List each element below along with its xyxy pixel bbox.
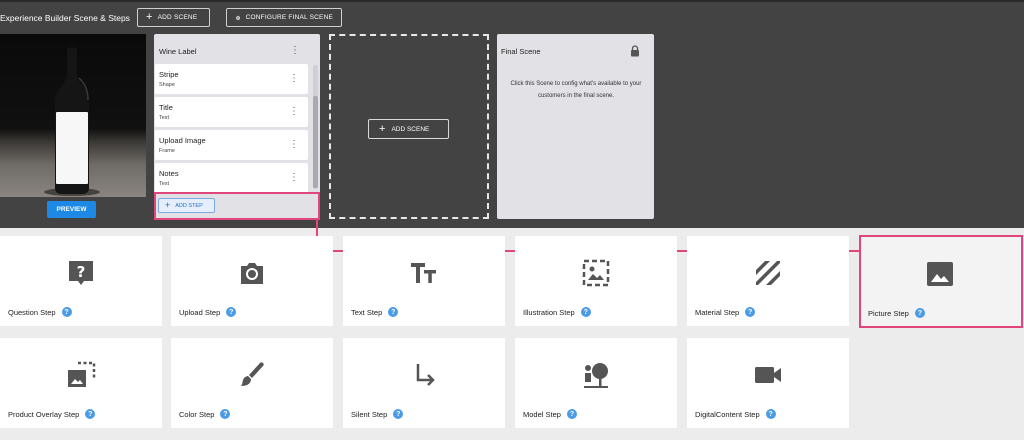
step-type-product-overlay[interactable]: Product Overlay Step?	[0, 338, 162, 428]
video-camera-icon	[755, 367, 781, 383]
model-icon	[584, 363, 608, 388]
step-name: Title	[159, 103, 173, 112]
step-list-scroll-thumb[interactable]	[313, 96, 318, 188]
plus-icon: +	[379, 122, 386, 135]
step-type-model[interactable]: Model Step?	[515, 338, 677, 428]
material-stripes-icon	[756, 261, 780, 285]
add-scene-slot-label: ADD SCENE	[391, 125, 430, 133]
step-type-illustration[interactable]: Illustration Step?	[515, 236, 677, 326]
step-menu-icon[interactable]: ⋮	[289, 172, 299, 183]
help-icon[interactable]: ?	[745, 307, 756, 317]
add-scene-label: ADD SCENE	[157, 14, 198, 21]
help-icon[interactable]: ?	[393, 409, 404, 419]
step-type-silent[interactable]: Silent Step?	[343, 338, 505, 428]
step-type-digital-content[interactable]: DigitalContent Step?	[687, 338, 849, 428]
scene-menu-icon[interactable]: ⋮	[290, 46, 300, 56]
step-item-upload-image[interactable]: Upload Image Frame ⋮	[155, 130, 308, 160]
step-type-label: Silent Step	[351, 409, 388, 419]
step-menu-icon[interactable]: ⋮	[289, 73, 299, 84]
product-overlay-icon	[68, 361, 96, 387]
step-type-label: Material Step	[695, 307, 740, 317]
step-type: Shape	[159, 82, 175, 88]
step-type-upload[interactable]: Upload Step?	[171, 236, 333, 326]
step-type: Text	[159, 115, 170, 121]
help-icon[interactable]: ?	[580, 307, 591, 317]
scene-card-title: Wine Label	[159, 47, 197, 56]
plus-icon: +	[146, 11, 153, 23]
step-type-question[interactable]: ? Question Step?	[0, 236, 162, 326]
help-icon[interactable]: ?	[61, 307, 72, 317]
step-type-label: Upload Step	[179, 307, 221, 317]
configure-final-scene-button[interactable]: CONFIGURE FINAL SCENE	[226, 8, 342, 27]
gear-icon	[236, 15, 241, 20]
highlight-picture-step	[859, 235, 1023, 328]
step-name: Notes	[159, 169, 179, 178]
step-type-material[interactable]: Material Step?	[687, 236, 849, 326]
step-type-label: Product Overlay Step	[8, 409, 80, 419]
brush-icon	[241, 362, 264, 386]
step-name: Upload Image	[159, 136, 206, 145]
text-icon	[411, 263, 436, 283]
svg-text:?: ?	[77, 263, 86, 281]
step-menu-icon[interactable]: ⋮	[289, 106, 299, 117]
step-item-notes[interactable]: Notes Text ⋮	[155, 163, 308, 193]
wine-bottle-image	[44, 42, 100, 196]
help-icon[interactable]: ?	[765, 409, 776, 419]
step-type-label: Model Step	[523, 409, 561, 419]
final-scene-card[interactable]	[497, 34, 654, 219]
step-type-label: Question Step	[8, 307, 56, 317]
final-scene-description: Click this Scene to config what's availa…	[510, 81, 642, 99]
lock-icon	[631, 45, 639, 57]
preview-button[interactable]: PREVIEW	[47, 201, 96, 218]
add-scene-button[interactable]: + ADD SCENE	[137, 8, 210, 27]
step-type-label: DigitalContent Step	[695, 409, 760, 419]
help-icon[interactable]: ?	[226, 307, 237, 317]
step-menu-icon[interactable]: ⋮	[289, 139, 299, 150]
camera-icon	[241, 263, 263, 284]
step-type-text[interactable]: Text Step?	[343, 236, 505, 326]
step-type: Frame	[159, 148, 175, 154]
step-item-stripe[interactable]: Stripe Shape ⋮	[155, 64, 308, 94]
configure-final-scene-label: CONFIGURE FINAL SCENE	[245, 14, 333, 21]
help-icon[interactable]: ?	[85, 409, 96, 419]
help-icon[interactable]: ?	[566, 409, 577, 419]
help-icon[interactable]: ?	[388, 307, 399, 317]
step-type-label: Text Step	[351, 307, 383, 317]
question-bubble-icon: ?	[69, 261, 93, 285]
help-icon[interactable]: ?	[220, 409, 231, 419]
step-type: Text	[159, 181, 170, 187]
final-scene-title: Final Scene	[501, 47, 541, 56]
step-type-color[interactable]: Color Step?	[171, 338, 333, 428]
step-name: Stripe	[159, 70, 179, 79]
scene-thumbnail[interactable]	[0, 34, 146, 197]
add-scene-slot-button[interactable]: + ADD SCENE	[368, 119, 449, 139]
arrow-down-right-icon	[416, 364, 435, 386]
illustration-icon	[582, 259, 610, 287]
page-title: Experience Builder Scene & Steps	[0, 13, 130, 23]
step-type-label: Color Step	[179, 409, 215, 419]
highlight-add-step	[154, 192, 320, 220]
step-type-label: Illustration Step	[523, 307, 575, 317]
step-item-title[interactable]: Title Text ⋮	[155, 97, 308, 127]
